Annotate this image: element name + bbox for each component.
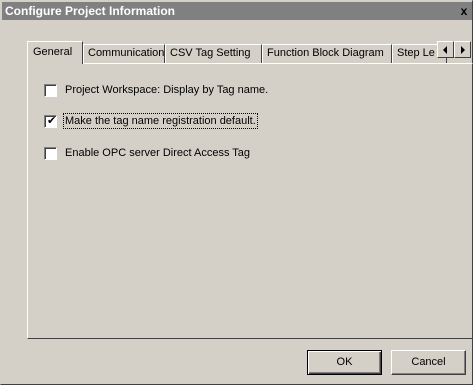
tab-scroll-left-button[interactable] [437,41,454,58]
tab-strip: General Communication CSV Tag Setting Fu… [27,41,447,64]
tab-scroll-right-button[interactable] [454,41,471,58]
tag-name-registration-checkbox[interactable]: ✔ [44,115,57,128]
dialog-titlebar[interactable]: Configure Project Information x [2,2,472,20]
opc-direct-access-checkbox[interactable] [44,147,57,160]
tab-general[interactable]: General [27,41,83,64]
ok-button[interactable]: OK [307,350,382,375]
tab-function-block-diagram[interactable]: Function Block Diagram [262,44,392,63]
general-tab-panel [27,63,473,339]
checkmark-icon: ✔ [47,115,57,127]
dialog-title: Configure Project Information [5,4,176,18]
arrow-left-icon [443,46,447,54]
tag-name-registration-label: Make the tag name registration default. [63,113,258,129]
arrow-right-icon [461,46,465,54]
close-icon[interactable]: x [457,2,471,20]
project-workspace-checkbox[interactable] [44,84,57,97]
tab-scroll-buttons [437,41,471,58]
tab-communication[interactable]: Communication [83,44,165,63]
tab-csv-tag-setting[interactable]: CSV Tag Setting [165,44,262,63]
cancel-button[interactable]: Cancel [391,350,466,375]
opc-direct-access-label: Enable OPC server Direct Access Tag [65,147,251,159]
project-workspace-label: Project Workspace: Display by Tag name. [65,84,269,96]
configure-project-dialog: Configure Project Information x General … [0,0,473,385]
